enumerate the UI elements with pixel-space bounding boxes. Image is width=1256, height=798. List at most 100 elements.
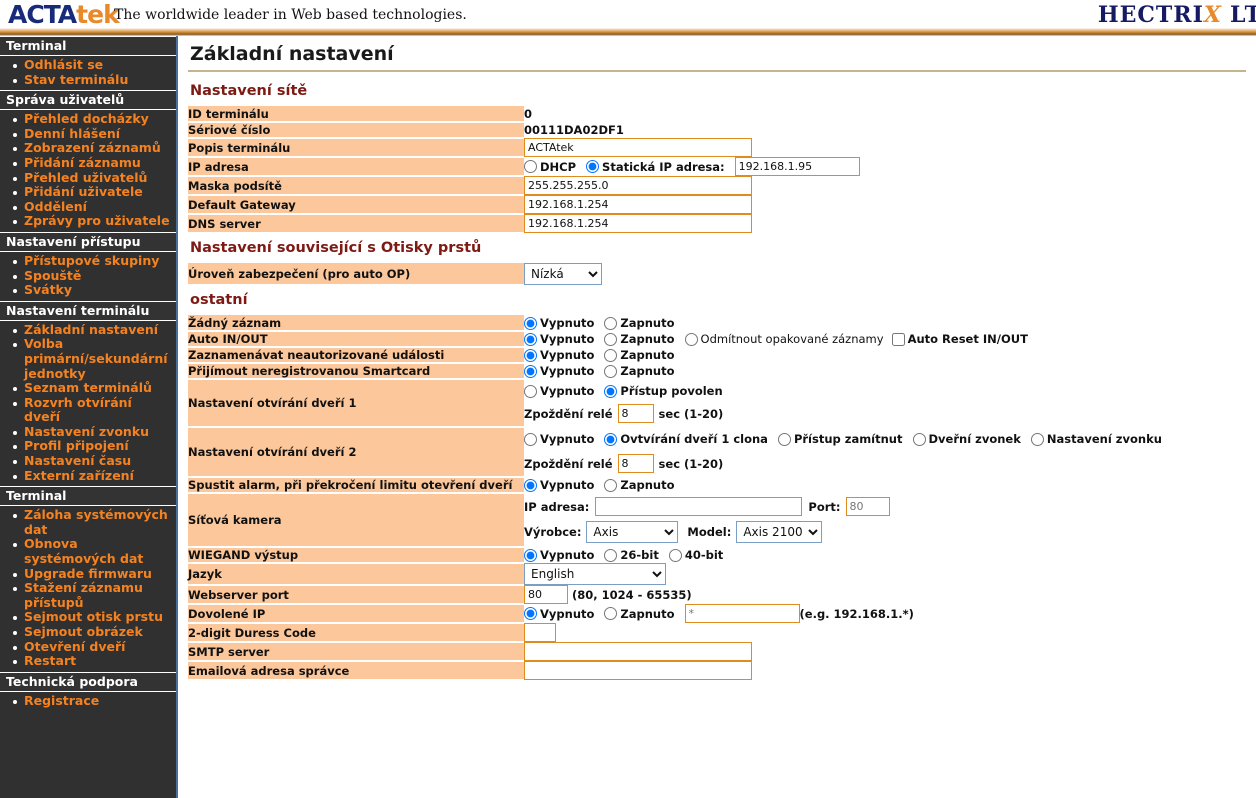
language-select[interactable]: English: [524, 563, 666, 585]
sidebar-item-capture-image[interactable]: Sejmout obrázek: [0, 624, 176, 640]
radio-allowed-ip-on[interactable]: [604, 607, 618, 620]
radio-option-door2-bellsetting[interactable]: Nastavení zvonku: [1030, 431, 1162, 447]
radio-option-dhcp[interactable]: DHCP: [524, 159, 576, 175]
subnet-mask-input[interactable]: [524, 176, 752, 195]
sidebar-item-download-access-log[interactable]: Stažení záznamu přístupů: [0, 580, 176, 610]
radio-option-door1-off[interactable]: Vypnuto: [524, 383, 594, 399]
radio-option-static-ip[interactable]: Statická IP adresa:: [586, 159, 725, 175]
radio-log-unauthorized-off[interactable]: [524, 348, 537, 362]
radio-option-auto-inout-on[interactable]: Zapnuto: [604, 331, 675, 347]
admin-email-input[interactable]: [524, 661, 752, 680]
radio-wiegand-40bit[interactable]: [668, 548, 682, 562]
allowed-ip-input[interactable]: [684, 604, 800, 623]
radio-option-wiegand-26bit[interactable]: 26-bit: [604, 547, 659, 563]
radio-wiegand-off[interactable]: [524, 548, 537, 562]
sidebar-item-logout[interactable]: Odhlásit se: [0, 57, 176, 73]
radio-static-ip[interactable]: [586, 160, 600, 173]
sidebar-item-open-door[interactable]: Otevření dveří: [0, 639, 176, 655]
smtp-server-input[interactable]: [524, 642, 752, 661]
radio-accept-unregistered-on[interactable]: [604, 364, 618, 378]
radio-door2-doorbell[interactable]: [912, 432, 926, 446]
dns-server-input[interactable]: [524, 214, 752, 233]
radio-option-no-record-off[interactable]: Vypnuto: [524, 315, 594, 331]
sidebar-item-departments[interactable]: Oddělení: [0, 199, 176, 215]
sidebar-item-holidays[interactable]: Svátky: [0, 283, 176, 298]
radio-door1-off[interactable]: [524, 384, 537, 398]
sidebar-item-time-settings[interactable]: Nastavení času: [0, 453, 176, 469]
camera-ip-input[interactable]: [595, 497, 803, 516]
sidebar-item-primary-secondary-unit[interactable]: Volba primární/sekundární jednotky: [0, 337, 176, 381]
sidebar-item-terminal-status[interactable]: Stav terminálu: [0, 72, 176, 88]
radio-no-record-on[interactable]: [604, 316, 618, 330]
camera-model-select[interactable]: Axis 2100: [736, 521, 823, 543]
sidebar-item-bell-settings[interactable]: Nastavení zvonku: [0, 424, 176, 440]
sidebar-item-backup-system-data[interactable]: Záloha systémových dat: [0, 507, 176, 537]
radio-auto-inout-off[interactable]: [524, 332, 537, 346]
radio-door2-shutter[interactable]: [604, 432, 618, 446]
actatek-logo[interactable]: ACTA tek: [8, 0, 120, 28]
sidebar-item-capture-fingerprint[interactable]: Sejmout otisk prstu: [0, 610, 176, 625]
terminal-description-input[interactable]: [524, 138, 752, 157]
sidebar-item-terminal-list[interactable]: Seznam terminálů: [0, 380, 176, 396]
radio-option-reject-repeated[interactable]: Odmítnout opakované záznamy: [684, 331, 884, 347]
sidebar-item-upgrade-firmware[interactable]: Upgrade firmwaru: [0, 566, 176, 582]
radio-option-door-alarm-on[interactable]: Zapnuto: [604, 477, 675, 493]
static-ip-input[interactable]: [734, 157, 860, 176]
radio-log-unauthorized-on[interactable]: [604, 348, 618, 362]
radio-option-wiegand-off[interactable]: Vypnuto: [524, 547, 594, 563]
sidebar-item-restore-system-data[interactable]: Obnova systémových dat: [0, 537, 176, 566]
security-level-select[interactable]: Nízká: [524, 263, 602, 285]
radio-option-door2-off[interactable]: Vypnuto: [524, 431, 594, 447]
sidebar-item-user-overview[interactable]: Přehled uživatelů: [0, 170, 176, 186]
radio-door1-access[interactable]: [604, 384, 618, 398]
sidebar-item-restart[interactable]: Restart: [0, 654, 176, 669]
radio-auto-inout-on[interactable]: [604, 332, 618, 346]
radio-allowed-ip-off[interactable]: [524, 607, 537, 620]
radio-wiegand-26bit[interactable]: [604, 548, 618, 562]
duress-code-input[interactable]: [524, 623, 556, 642]
radio-door-alarm-off[interactable]: [524, 478, 537, 492]
webserver-port-input[interactable]: [524, 585, 568, 604]
camera-port-input[interactable]: [845, 497, 890, 516]
sidebar-item-view-records[interactable]: Zobrazení záznamů: [0, 141, 176, 156]
radio-option-allowed-ip-off[interactable]: Vypnuto: [524, 606, 594, 622]
radio-door2-off[interactable]: [524, 432, 537, 446]
radio-option-accept-unregistered-off[interactable]: Vypnuto: [524, 363, 594, 379]
radio-option-wiegand-40bit[interactable]: 40-bit: [668, 547, 723, 563]
radio-option-door2-shutter[interactable]: Ovtvírání dveří 1 clona: [604, 431, 768, 447]
radio-door-alarm-on[interactable]: [604, 478, 618, 492]
radio-option-allowed-ip-on[interactable]: Zapnuto: [604, 606, 675, 622]
door2-relay-delay-input[interactable]: [617, 454, 654, 473]
radio-option-accept-unregistered-on[interactable]: Zapnuto: [604, 363, 675, 379]
radio-option-door2-deny[interactable]: Přístup zamítnut: [777, 431, 903, 447]
radio-dhcp[interactable]: [524, 160, 537, 173]
sidebar-item-add-user[interactable]: Přidání uživatele: [0, 185, 176, 200]
radio-option-log-unauthorized-on[interactable]: Zapnuto: [604, 347, 675, 363]
sidebar-item-registration[interactable]: Registrace: [0, 693, 176, 709]
sidebar-item-triggers[interactable]: Spouště: [0, 268, 176, 284]
radio-door2-bellsetting[interactable]: [1030, 432, 1044, 446]
radio-accept-unregistered-off[interactable]: [524, 364, 537, 378]
radio-option-no-record-on[interactable]: Zapnuto: [604, 315, 675, 331]
checkbox-auto-reset-inout[interactable]: [891, 332, 905, 346]
sidebar-item-daily-report[interactable]: Denní hlášení: [0, 126, 176, 142]
radio-option-log-unauthorized-off[interactable]: Vypnuto: [524, 347, 594, 363]
checkbox-option-auto-reset-inout[interactable]: Auto Reset IN/OUT: [891, 331, 1028, 347]
sidebar-item-external-devices[interactable]: Externí zařízení: [0, 468, 176, 484]
sidebar-item-user-messages[interactable]: Zprávy pro uživatele: [0, 214, 176, 229]
radio-option-auto-inout-off[interactable]: Vypnuto: [524, 331, 594, 347]
default-gateway-input[interactable]: [524, 195, 752, 214]
radio-option-door2-doorbell[interactable]: Dveřní zvonek: [912, 431, 1021, 447]
sidebar-item-access-groups[interactable]: Přístupové skupiny: [0, 253, 176, 269]
radio-reject-repeated[interactable]: [684, 332, 698, 346]
radio-no-record-off[interactable]: [524, 316, 537, 330]
radio-door2-deny[interactable]: [777, 432, 791, 446]
radio-option-door-alarm-off[interactable]: Vypnuto: [524, 477, 594, 493]
door1-relay-delay-input[interactable]: [617, 404, 654, 423]
radio-option-door1-access[interactable]: Přístup povolen: [604, 383, 723, 399]
camera-vendor-select[interactable]: Axis: [586, 521, 679, 543]
sidebar-item-attendance-overview[interactable]: Přehled docházky: [0, 112, 176, 127]
sidebar-item-connection-profile[interactable]: Profil připojení: [0, 439, 176, 454]
sidebar-item-door-open-schedule[interactable]: Rozvrh otvírání dveří: [0, 395, 176, 425]
sidebar-item-add-record[interactable]: Přidání záznamu: [0, 155, 176, 171]
